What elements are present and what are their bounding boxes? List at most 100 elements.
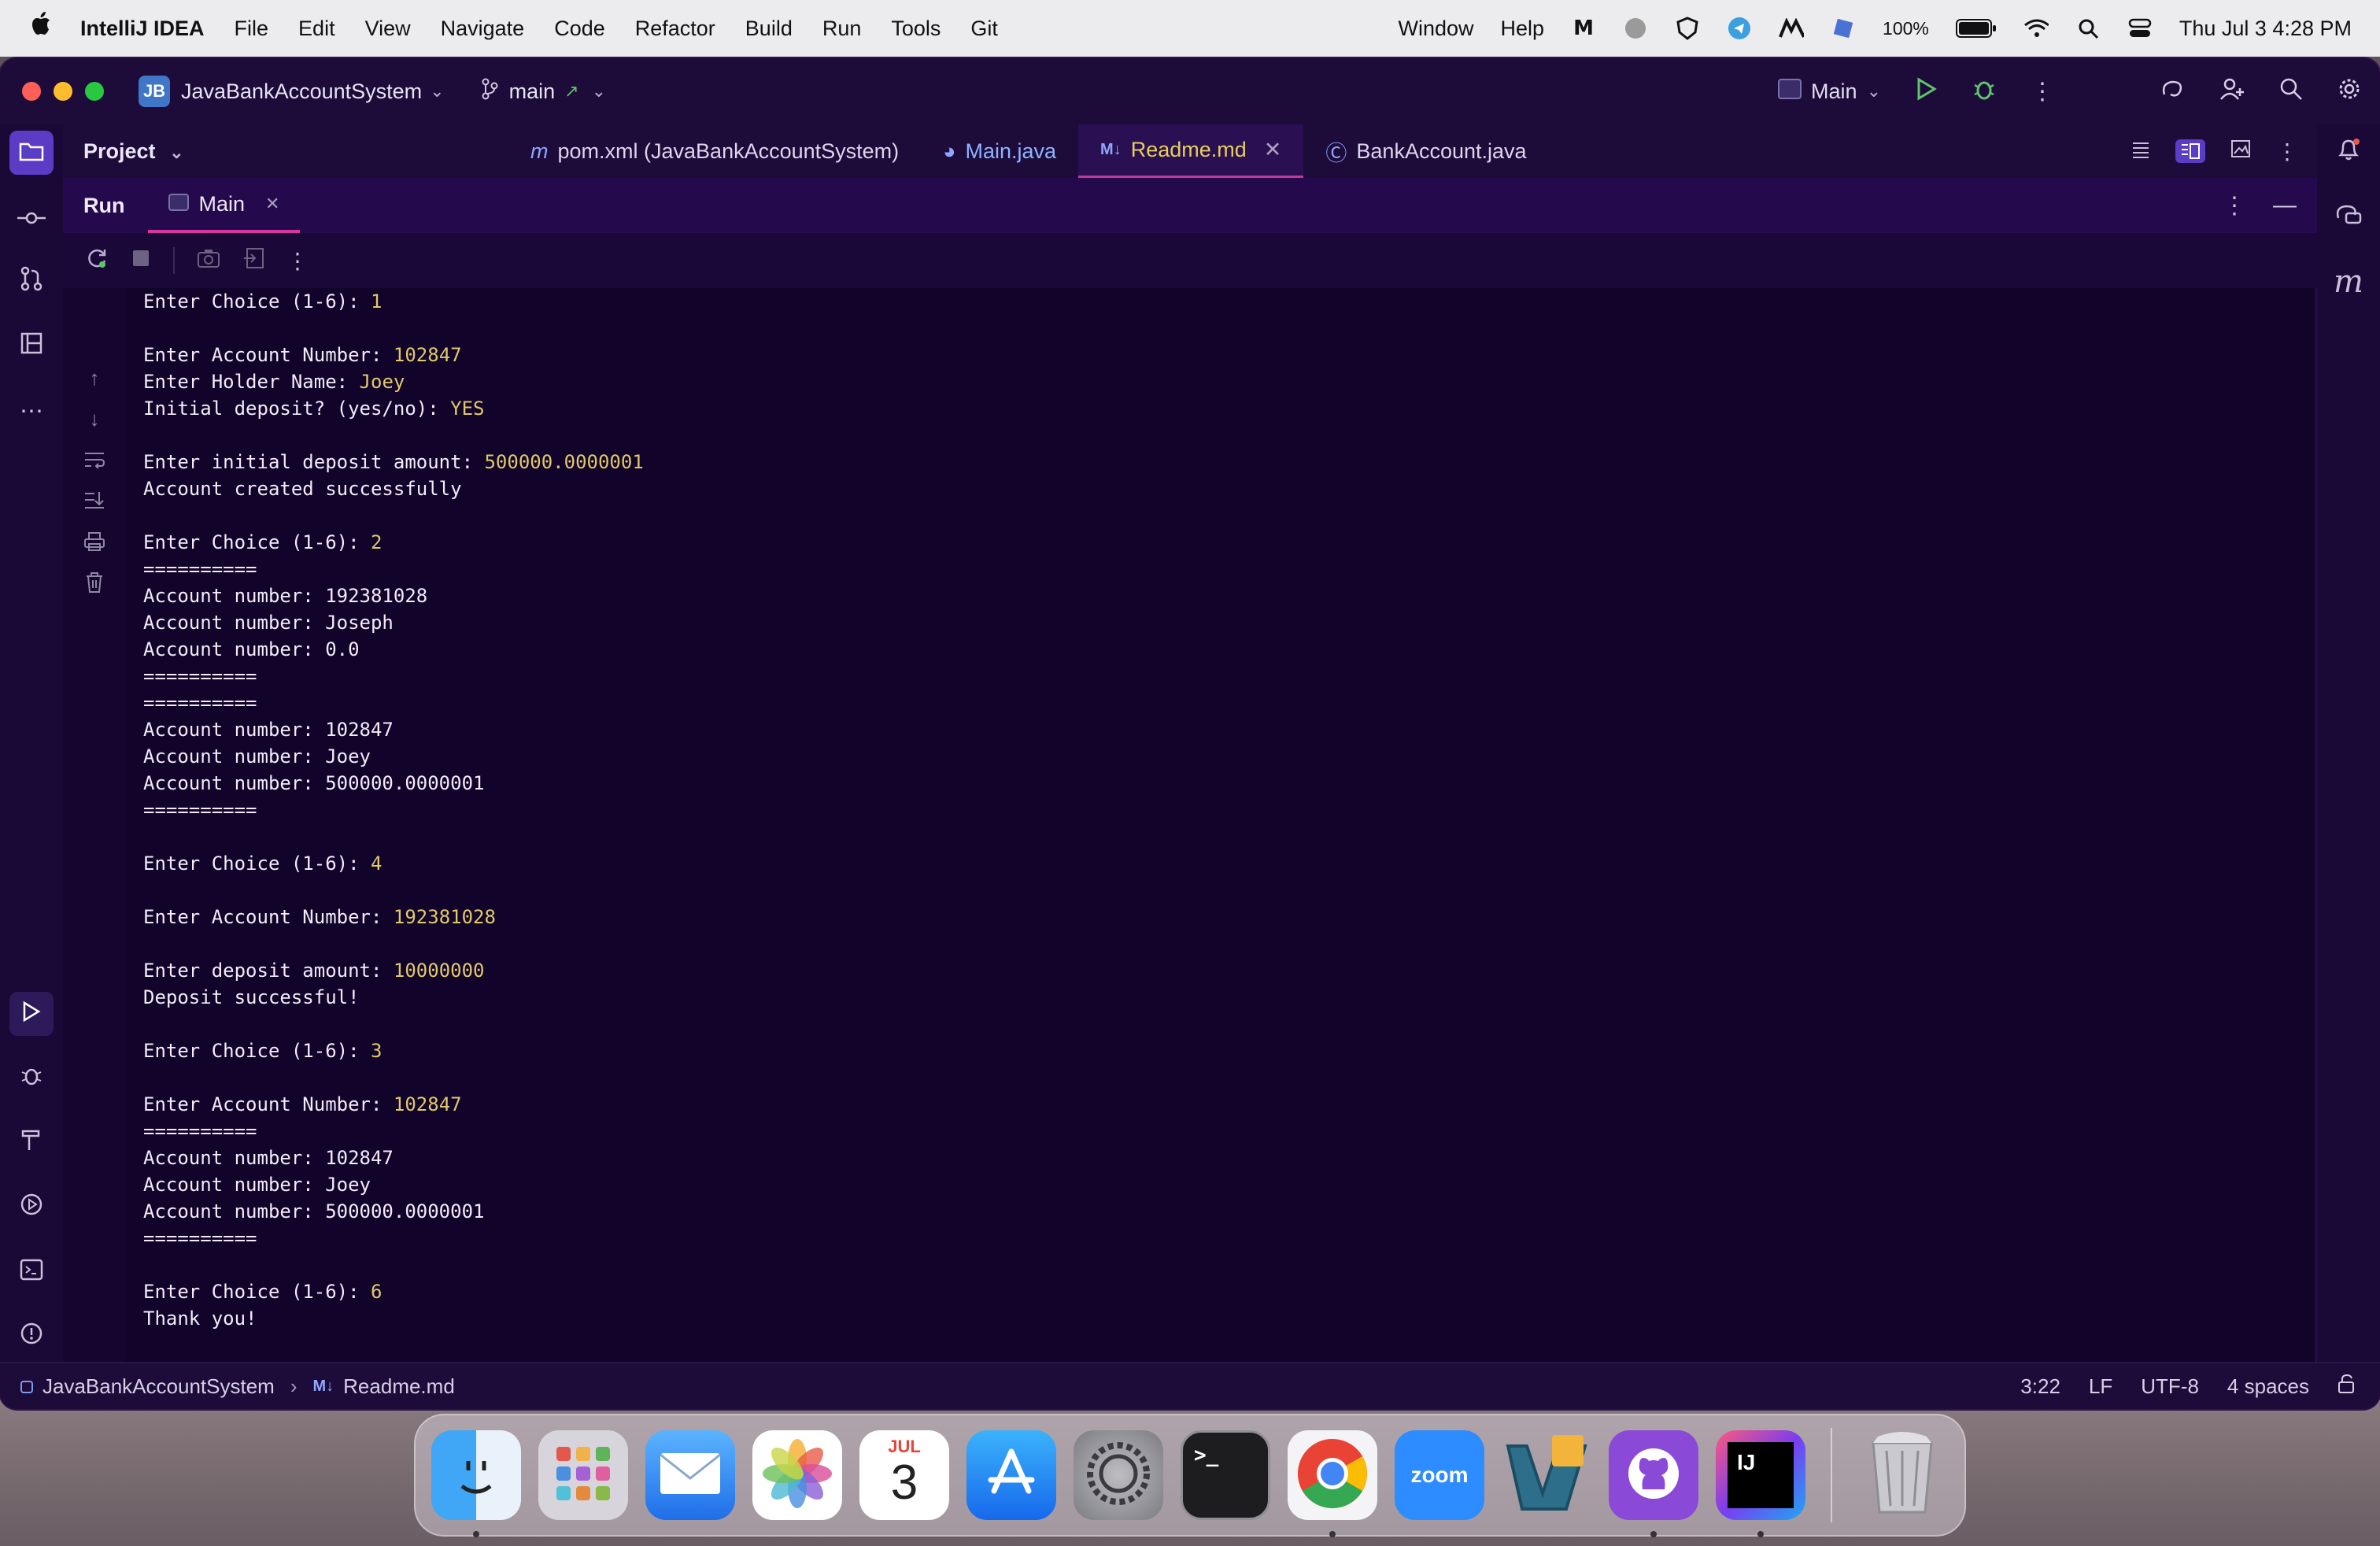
run-console-output[interactable]: Enter Choice (1-6): 1 Enter Account Numbe… [126,288,2314,1409]
menubar-clock[interactable]: Thu Jul 3 4:28 PM [2179,17,2352,41]
close-icon[interactable]: ✕ [1264,138,1282,162]
build-tool-button[interactable] [9,1121,54,1165]
file-encoding[interactable]: UTF-8 [2141,1374,2199,1399]
menu-git[interactable]: Git [970,17,998,41]
menu-code[interactable]: Code [554,17,605,41]
control-center-icon[interactable] [2127,16,2153,41]
gear-icon[interactable] [2338,77,2361,106]
split-preview-icon[interactable] [2175,139,2205,163]
menu-file[interactable]: File [235,17,269,41]
more-actions-icon[interactable]: ⋮ [2223,192,2246,220]
breadcrumb-project[interactable]: JavaBankAccountSystem [42,1374,275,1399]
ai-chat-button[interactable] [2326,195,2371,239]
shield-icon[interactable] [1675,16,1700,41]
menu-help[interactable]: Help [1501,17,1545,41]
dock-app-store[interactable] [966,1430,1056,1520]
scroll-to-end-icon[interactable] [82,488,107,513]
dock-launchpad[interactable] [538,1430,628,1520]
tab-bankaccount-java[interactable]: Ⓒ BankAccount.java [1303,124,1548,178]
telegram-icon[interactable] [1727,16,1752,41]
lock-icon[interactable] [2338,1374,2356,1400]
menu-build[interactable]: Build [745,17,793,41]
dock-mail[interactable] [645,1430,735,1520]
menu-edit[interactable]: Edit [298,17,335,41]
dock-terminal[interactable]: >_ [1181,1430,1270,1520]
ai-assistant-icon[interactable] [2160,77,2185,106]
mountain-icon[interactable] [1779,16,1805,41]
battery-icon[interactable] [1955,16,1997,41]
menu-tools[interactable]: Tools [891,17,941,41]
project-panel-header[interactable]: Project ⌄ [83,139,508,164]
pull-requests-tool-button[interactable] [9,260,54,304]
tab-pom-xml[interactable]: m pom.xml (JavaBankAccountSystem) [508,124,921,178]
breadcrumb-file[interactable]: Readme.md [343,1374,455,1399]
zoom-window-button[interactable] [85,82,104,101]
menu-run[interactable]: Run [822,17,862,41]
menu-refactor[interactable]: Refactor [635,17,715,41]
rerun-icon[interactable] [85,246,109,276]
preview-only-icon[interactable] [2230,139,2251,164]
run-tool-button[interactable] [9,992,54,1036]
chevron-down-icon[interactable]: ⌄ [430,81,444,102]
tab-main-java[interactable]: ◕ Main.java [921,124,1078,178]
more-actions-icon[interactable]: ⋮ [2031,78,2054,105]
maven-tool-button[interactable]: m [2326,260,2371,304]
cube-icon[interactable] [1831,16,1856,41]
project-badge[interactable]: JB [139,76,170,107]
add-user-icon[interactable] [2219,77,2245,106]
exit-icon[interactable] [242,247,264,275]
trash-icon[interactable] [82,570,107,595]
stop-icon[interactable] [131,248,151,274]
wifi-icon[interactable] [2023,16,2049,41]
project-switcher[interactable]: JavaBankAccountSystem [181,80,422,104]
debug-icon[interactable] [1972,77,1996,106]
dock-zoom[interactable]: zoom [1395,1430,1484,1520]
dock-photos[interactable] [752,1430,842,1520]
tab-readme-md[interactable]: M↓ Readme.md ✕ [1078,124,1304,178]
run-config-selector[interactable]: Main ⌄ [1778,78,1881,105]
indent-setting[interactable]: 4 spaces [2227,1374,2309,1399]
line-separator[interactable]: LF [2089,1374,2112,1399]
dock-intellij[interactable]: IJ [1716,1430,1805,1537]
dock-github-desktop[interactable] [1609,1430,1698,1537]
branch-switcher[interactable]: main [509,80,556,104]
up-arrow-icon[interactable]: ↑ [82,365,107,390]
menu-navigate[interactable]: Navigate [441,17,525,41]
dock-system-settings[interactable] [1074,1430,1163,1520]
problems-tool-button[interactable] [9,1315,54,1359]
chevron-down-icon[interactable]: ⌄ [592,81,606,102]
run-icon[interactable] [1916,76,1938,106]
debug-tool-button[interactable] [9,1056,54,1100]
dock-chrome[interactable] [1288,1430,1377,1537]
commit-tool-button[interactable] [9,195,54,239]
run-tab-main[interactable]: Main ✕ [148,178,301,233]
dock-calendar[interactable]: JUL 3 [859,1430,949,1520]
more-tools-button[interactable]: ⋯ [9,389,54,433]
close-icon[interactable]: ✕ [265,194,279,214]
dock-trash[interactable] [1857,1430,1947,1520]
search-icon[interactable] [2279,77,2303,106]
project-tool-button[interactable] [9,131,54,175]
down-arrow-icon[interactable]: ↓ [82,406,107,431]
menu-window[interactable]: Window [1398,17,1473,41]
dock-finder[interactable] [431,1430,521,1537]
more-actions-icon[interactable]: ⋮ [286,248,309,274]
camera-icon[interactable] [197,248,220,274]
more-actions-icon[interactable]: ⋮ [2276,139,2298,165]
print-icon[interactable] [82,529,107,554]
app-name-menu[interactable]: IntelliJ IDEA [80,17,205,41]
structure-tool-button[interactable] [9,324,54,368]
cursor-position[interactable]: 3:22 [2020,1374,2060,1399]
menu-view[interactable]: View [365,17,411,41]
dock-vscode[interactable] [1502,1430,1591,1520]
soft-wrap-icon[interactable] [82,447,107,472]
gmail-icon[interactable]: M [1571,16,1596,41]
editor-only-icon[interactable] [2131,139,2150,164]
minimize-panel-icon[interactable]: — [2273,192,2297,219]
notifications-button[interactable] [2326,131,2371,175]
terminal-tool-button[interactable] [9,1250,54,1294]
search-icon[interactable] [2075,16,2101,41]
apple-icon[interactable] [28,0,60,57]
services-tool-button[interactable] [9,1185,54,1230]
globe-icon[interactable] [1623,16,1648,41]
